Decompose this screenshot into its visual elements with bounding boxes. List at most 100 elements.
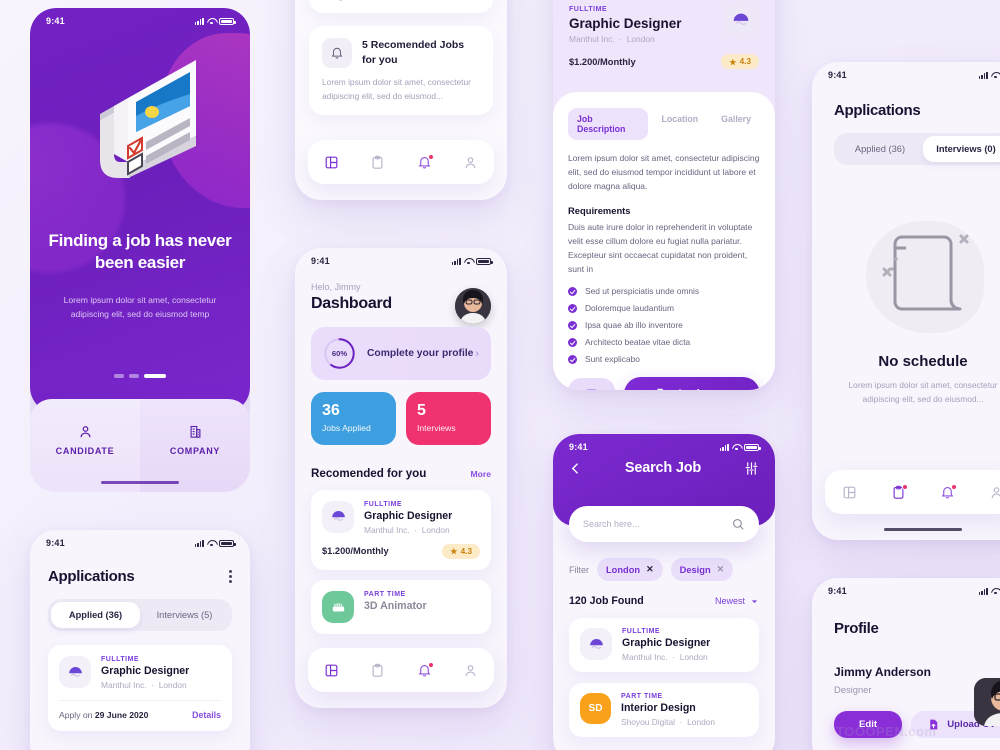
job-card[interactable]: FULLTIME Graphic Designer Manthul Inc. ·… bbox=[311, 489, 491, 570]
results-row: 120 Job Found Newest bbox=[553, 595, 775, 607]
no-schedule-screen: 9:41 Applications Applied (36) Interview… bbox=[812, 62, 1000, 540]
umbrella-icon bbox=[59, 656, 91, 688]
stat-interviews[interactable]: 5 Interviews bbox=[406, 392, 491, 445]
tab-dashboard[interactable] bbox=[842, 485, 857, 500]
sliders-icon[interactable] bbox=[744, 461, 759, 476]
role-tab-company[interactable]: COMPANY bbox=[140, 399, 250, 492]
list-item: Doloremque laudantium bbox=[568, 303, 760, 313]
tab-interviews[interactable]: Interviews (0) bbox=[923, 136, 1000, 162]
watermark: TOOOPEN.com bbox=[836, 724, 937, 739]
star-icon: ★ bbox=[729, 57, 737, 67]
wifi-icon bbox=[732, 444, 741, 451]
job-detail-header: FULLTIME Graphic Designer Manthul Inc. ·… bbox=[553, 0, 775, 83]
job-illustration bbox=[100, 60, 196, 178]
search-input[interactable]: Search here... bbox=[569, 506, 759, 542]
search-job-screen: 9:41 Search Job Search here... Filter Lo… bbox=[553, 434, 775, 750]
tab-dashboard[interactable] bbox=[324, 155, 339, 170]
search-result-item[interactable]: FULLTIME Graphic Designer Manthul Inc. ·… bbox=[569, 618, 759, 672]
tab-notifications[interactable] bbox=[417, 153, 434, 170]
job-location: London bbox=[679, 652, 708, 662]
tab-profile[interactable] bbox=[989, 485, 1000, 500]
avatar[interactable] bbox=[455, 288, 491, 324]
tab-gallery[interactable]: Gallery bbox=[712, 108, 760, 140]
tab-dashboard[interactable] bbox=[324, 663, 339, 678]
close-icon[interactable]: ✕ bbox=[646, 564, 654, 575]
dot-3-active[interactable] bbox=[144, 374, 166, 378]
notification-body: Lorem ipsum dolor sit amet, consectetur … bbox=[322, 77, 471, 101]
user-photo bbox=[455, 288, 491, 324]
user-photo bbox=[974, 678, 1000, 726]
notification-badge bbox=[427, 661, 434, 668]
star-icon: ★ bbox=[450, 547, 458, 557]
recommended-section-header: Recomended for you More bbox=[311, 467, 491, 480]
complete-profile-card[interactable]: 60% Complete your profile › bbox=[311, 327, 491, 380]
filter-chip-london[interactable]: London ✕ bbox=[597, 558, 663, 581]
notification-card-partial[interactable]: adipiscing elit, sed do eiusmod... 5h ag… bbox=[309, 0, 493, 14]
tab-profile[interactable] bbox=[463, 155, 478, 170]
list-item: Architecto beatae vitae dicta bbox=[568, 337, 760, 347]
filter-label: Filter bbox=[569, 564, 589, 575]
tab-notifications[interactable] bbox=[417, 661, 434, 678]
job-type: PART TIME bbox=[364, 590, 406, 598]
role-tab-candidate[interactable]: CANDIDATE bbox=[30, 399, 140, 492]
role-tab-candidate-label: CANDIDATE bbox=[55, 445, 115, 456]
sort-dropdown[interactable]: Newest bbox=[715, 596, 759, 606]
dot-1[interactable] bbox=[114, 374, 124, 378]
chevron-down-icon bbox=[751, 599, 758, 603]
apply-now-button[interactable]: Apply now bbox=[624, 377, 760, 390]
tab-applications[interactable] bbox=[891, 483, 908, 500]
job-detail-actions: Apply now bbox=[568, 377, 760, 390]
avatar[interactable] bbox=[974, 678, 1000, 726]
details-link[interactable]: Details bbox=[192, 710, 221, 720]
job-location: London bbox=[158, 680, 187, 690]
search-icon[interactable] bbox=[731, 517, 745, 531]
person-icon bbox=[80, 425, 90, 437]
applications-badge bbox=[902, 483, 908, 490]
pagination-dots[interactable] bbox=[30, 374, 250, 378]
tab-notifications[interactable] bbox=[940, 483, 957, 500]
onboarding-hero: 9:41 Finding a job has never been easier… bbox=[30, 8, 250, 413]
onboarding-title: Finding a job has never been easier bbox=[48, 231, 232, 273]
search-result-item[interactable]: SD PART TIME Interior Design Shoyou Digi… bbox=[569, 683, 759, 737]
wifi-icon bbox=[991, 588, 1000, 595]
filter-chip-design[interactable]: Design ✕ bbox=[670, 558, 734, 581]
tab-applications[interactable] bbox=[370, 155, 385, 170]
application-card[interactable]: FULLTIME Graphic Designer Manthul Inc. ·… bbox=[48, 645, 232, 731]
job-card[interactable]: PART TIME 3D Animator bbox=[311, 579, 491, 634]
sd-badge-icon: SD bbox=[580, 693, 611, 724]
applied-date: Apply on 29 June 2020 bbox=[59, 710, 148, 720]
tab-interviews[interactable]: Interviews (5) bbox=[140, 602, 229, 628]
stat-jobs-applied[interactable]: 36 Jobs Applied bbox=[311, 392, 396, 445]
close-icon[interactable]: ✕ bbox=[717, 564, 725, 575]
tab-location[interactable]: Location bbox=[653, 108, 708, 140]
page-title: Applications bbox=[48, 568, 135, 585]
company-button[interactable] bbox=[568, 378, 615, 390]
tab-applied[interactable]: Applied (36) bbox=[837, 136, 923, 162]
umbrella-glyph bbox=[733, 13, 749, 26]
screenshot-canvas: 9:41 Finding a job has never been easier… bbox=[0, 0, 1000, 750]
requirements-list: Sed ut perspiciatis unde omnis Doloremqu… bbox=[568, 286, 760, 364]
empty-state-heading: No schedule bbox=[878, 353, 968, 370]
kebab-menu-icon[interactable] bbox=[229, 569, 232, 584]
progress-percent: 60% bbox=[331, 349, 348, 358]
applications-screen: 9:41 Applications Applied (36) Interview… bbox=[30, 530, 250, 750]
chevron-left-icon[interactable] bbox=[569, 462, 582, 475]
scroll-icon bbox=[882, 234, 969, 311]
tab-applications[interactable] bbox=[370, 663, 385, 678]
dot-2[interactable] bbox=[129, 374, 139, 378]
status-bar: 9:41 bbox=[295, 248, 507, 268]
document-plus-icon bbox=[657, 389, 664, 390]
more-link[interactable]: More bbox=[470, 469, 491, 479]
list-item-label: Sed ut perspiciatis unde omnis bbox=[585, 286, 700, 297]
chip-label: Design bbox=[679, 564, 711, 575]
tab-profile[interactable] bbox=[463, 663, 478, 678]
tab-applied[interactable]: Applied (36) bbox=[51, 602, 140, 628]
tab-job-description[interactable]: Job Description bbox=[568, 108, 648, 140]
job-type: PART TIME bbox=[621, 693, 663, 700]
profile-name: Jimmy Anderson bbox=[834, 665, 931, 679]
notification-card[interactable]: 5 Recomended Jobs for you Lorem ipsum do… bbox=[309, 26, 493, 116]
job-salary: $1.200/Monthly bbox=[322, 546, 389, 557]
status-time: 9:41 bbox=[828, 70, 847, 80]
requirements-text: Duis aute irure dolor in reprehenderit i… bbox=[568, 222, 753, 274]
stat-number: 5 bbox=[417, 402, 426, 419]
